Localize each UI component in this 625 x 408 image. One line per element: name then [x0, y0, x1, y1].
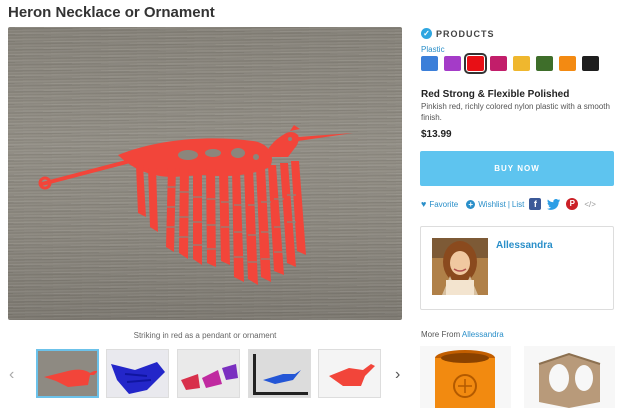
thumbnail-1[interactable] [36, 349, 99, 398]
heart-icon: ♥ [421, 199, 427, 209]
favorite-link[interactable]: ♥ Favorite [421, 199, 458, 209]
artist-card[interactable]: Allessandra [420, 226, 614, 310]
twitter-icon[interactable] [547, 198, 561, 210]
pinterest-icon[interactable]: P [566, 198, 579, 210]
more-from-heading: More From Allessandra [421, 330, 504, 339]
selected-material-name: Red Strong & Flexible Polished [421, 89, 570, 100]
embed-code-icon[interactable]: </> [584, 200, 596, 209]
wishlist-label: Wishlist [478, 199, 506, 209]
recommended-product-1[interactable] [420, 346, 511, 408]
action-bar: ♥ Favorite + Wishlist | List f P </> [421, 198, 596, 210]
material-description: Pinkish red, richly colored nylon plasti… [421, 102, 610, 122]
price: $13.99 [421, 129, 452, 140]
swatch-yellow[interactable] [513, 56, 530, 71]
products-header: ✓ PRODUCTS [421, 28, 495, 39]
image-caption: Striking in red as a pendant or ornament [133, 331, 277, 340]
thumbnail-3[interactable] [177, 349, 240, 398]
wishlist-link[interactable]: + Wishlist [466, 199, 506, 209]
separator: | [507, 199, 510, 209]
plus-circle-icon: + [466, 199, 476, 209]
main-product-image[interactable] [8, 27, 402, 320]
avatar[interactable] [432, 238, 488, 295]
page-title: Heron Necklace or Ornament [8, 4, 215, 21]
material-link[interactable]: Plastic [421, 45, 445, 54]
thumbnail-4[interactable] [248, 349, 311, 398]
artist-name-link[interactable]: Allessandra [496, 240, 553, 251]
swatch-magenta[interactable] [490, 56, 507, 71]
thumbnail-5[interactable] [318, 349, 381, 398]
swatch-black[interactable] [582, 56, 599, 71]
heron-model-image [38, 125, 353, 285]
swatch-blue[interactable] [421, 56, 438, 71]
favorite-label: Favorite [429, 199, 459, 209]
swatch-purple[interactable] [444, 56, 461, 71]
swatch-red[interactable] [464, 53, 487, 74]
prev-thumbnail-arrow-icon[interactable]: ‹ [9, 366, 14, 384]
buy-now-button[interactable]: BUY NOW [420, 151, 614, 186]
swatch-green[interactable] [536, 56, 553, 71]
check-circle-icon: ✓ [421, 28, 432, 39]
more-from-artist-link[interactable]: Allessandra [462, 330, 504, 339]
list-link[interactable]: List [512, 200, 524, 209]
products-label: PRODUCTS [436, 28, 495, 39]
color-swatches [421, 53, 599, 74]
thumbnail-2[interactable] [106, 349, 169, 398]
next-thumbnail-arrow-icon[interactable]: › [395, 366, 400, 384]
swatch-orange[interactable] [559, 56, 576, 71]
recommended-product-2[interactable] [524, 346, 615, 408]
facebook-icon[interactable]: f [529, 198, 542, 210]
more-from-prefix: More From [421, 330, 461, 339]
